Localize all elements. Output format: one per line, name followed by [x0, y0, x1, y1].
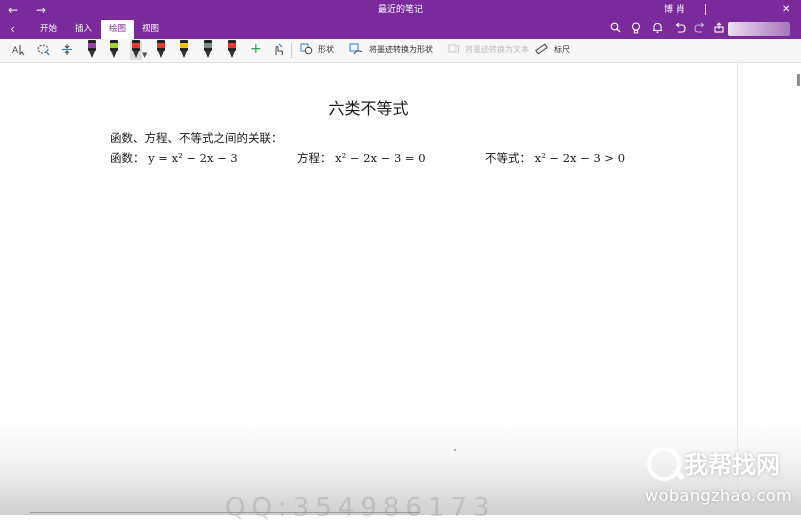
draw-toolbar: A ▼ + 形状 将墨迹转换为形状 将墨迹转换为文本 标尺	[0, 39, 801, 63]
lasso-select-icon[interactable]	[37, 43, 51, 59]
ink-to-text-label: 将墨迹转换为文本	[465, 45, 529, 54]
pen-color-swatch	[110, 43, 118, 48]
pen-color-swatch	[132, 43, 140, 48]
faint-watermark-digits: QQ:354986173	[225, 493, 496, 523]
insert-space-icon[interactable]	[61, 43, 73, 59]
tab-draw[interactable]: 绘图	[101, 20, 135, 39]
bottom-divider	[30, 512, 420, 513]
titlebar-separator	[705, 4, 706, 15]
equation-expression: x² − 2x − 3 = 0	[335, 151, 426, 165]
pen-red-selected[interactable]	[130, 40, 142, 60]
pencil-gray[interactable]	[202, 40, 214, 60]
chevron-down-icon[interactable]: ▼	[142, 51, 147, 59]
pen-color-swatch	[228, 43, 236, 48]
tab-insert[interactable]: 插入	[67, 20, 100, 39]
search-icon[interactable]	[610, 22, 621, 37]
share-icon[interactable]	[714, 22, 725, 37]
redo-icon[interactable]	[694, 22, 706, 37]
inequality-expression: x² − 2x − 3 > 0	[534, 151, 626, 165]
pen-red[interactable]	[155, 40, 167, 60]
undo-icon[interactable]	[674, 22, 686, 37]
function-label: 函数：	[110, 151, 145, 165]
ribbon-tabs: ‹ 开始 插入 绘图 视图	[0, 20, 801, 39]
pen-red-2[interactable]	[226, 40, 238, 60]
highlighter-yellow[interactable]	[178, 40, 190, 60]
ink-to-shape-label[interactable]: 将墨迹转换为形状	[369, 44, 433, 56]
toolbar-divider	[291, 43, 292, 58]
watermark-logo-text: 我帮找网	[684, 451, 780, 479]
type-select-icon[interactable]: A	[12, 43, 26, 59]
blurred-region	[728, 22, 790, 36]
svg-text:A: A	[12, 46, 19, 56]
lightbulb-icon[interactable]	[631, 22, 641, 38]
function-row[interactable]: 函数： y = x² − 2x − 3	[110, 150, 238, 166]
pen-green[interactable]	[108, 40, 120, 60]
ink-to-text-icon	[448, 43, 461, 58]
touch-draw-icon[interactable]	[272, 43, 284, 59]
pen-color-swatch	[180, 43, 188, 48]
pen-color-swatch	[157, 43, 165, 48]
vertical-scrollbar[interactable]	[797, 74, 800, 86]
equation-row[interactable]: 方程： x² − 2x − 3 = 0	[297, 150, 426, 166]
tab-view[interactable]: 视图	[134, 20, 167, 39]
pen-purple[interactable]	[86, 40, 98, 60]
tab-home[interactable]: 开始	[32, 20, 65, 39]
inequality-row[interactable]: 不等式： x² − 2x − 3 > 0	[485, 150, 625, 166]
relation-text[interactable]: 函数、方程、不等式之间的关联：	[110, 131, 283, 146]
add-pen-icon[interactable]: +	[250, 42, 262, 56]
watermark-url: wobangzhao.com	[645, 486, 793, 505]
close-icon[interactable]: ✕	[782, 2, 790, 18]
title-bar: ← → 最近的笔记 博 肖 ✕	[0, 0, 801, 20]
bell-icon[interactable]	[652, 22, 663, 38]
ink-to-shape-icon[interactable]	[349, 43, 363, 58]
shapes-label[interactable]: 形状	[318, 44, 334, 56]
ruler-label[interactable]: 标尺	[554, 44, 570, 56]
page-title[interactable]: 六类不等式	[0, 99, 737, 119]
pen-color-swatch	[204, 43, 212, 48]
function-expression: y = x² − 2x − 3	[148, 151, 238, 165]
inequality-label: 不等式：	[485, 151, 531, 165]
equation-label: 方程：	[297, 151, 332, 165]
user-name[interactable]: 博 肖	[664, 3, 685, 17]
ribbon-back-icon[interactable]: ‹	[10, 22, 15, 37]
pen-color-swatch	[88, 43, 96, 48]
shapes-icon[interactable]	[300, 43, 313, 58]
ruler-icon[interactable]	[535, 43, 548, 58]
